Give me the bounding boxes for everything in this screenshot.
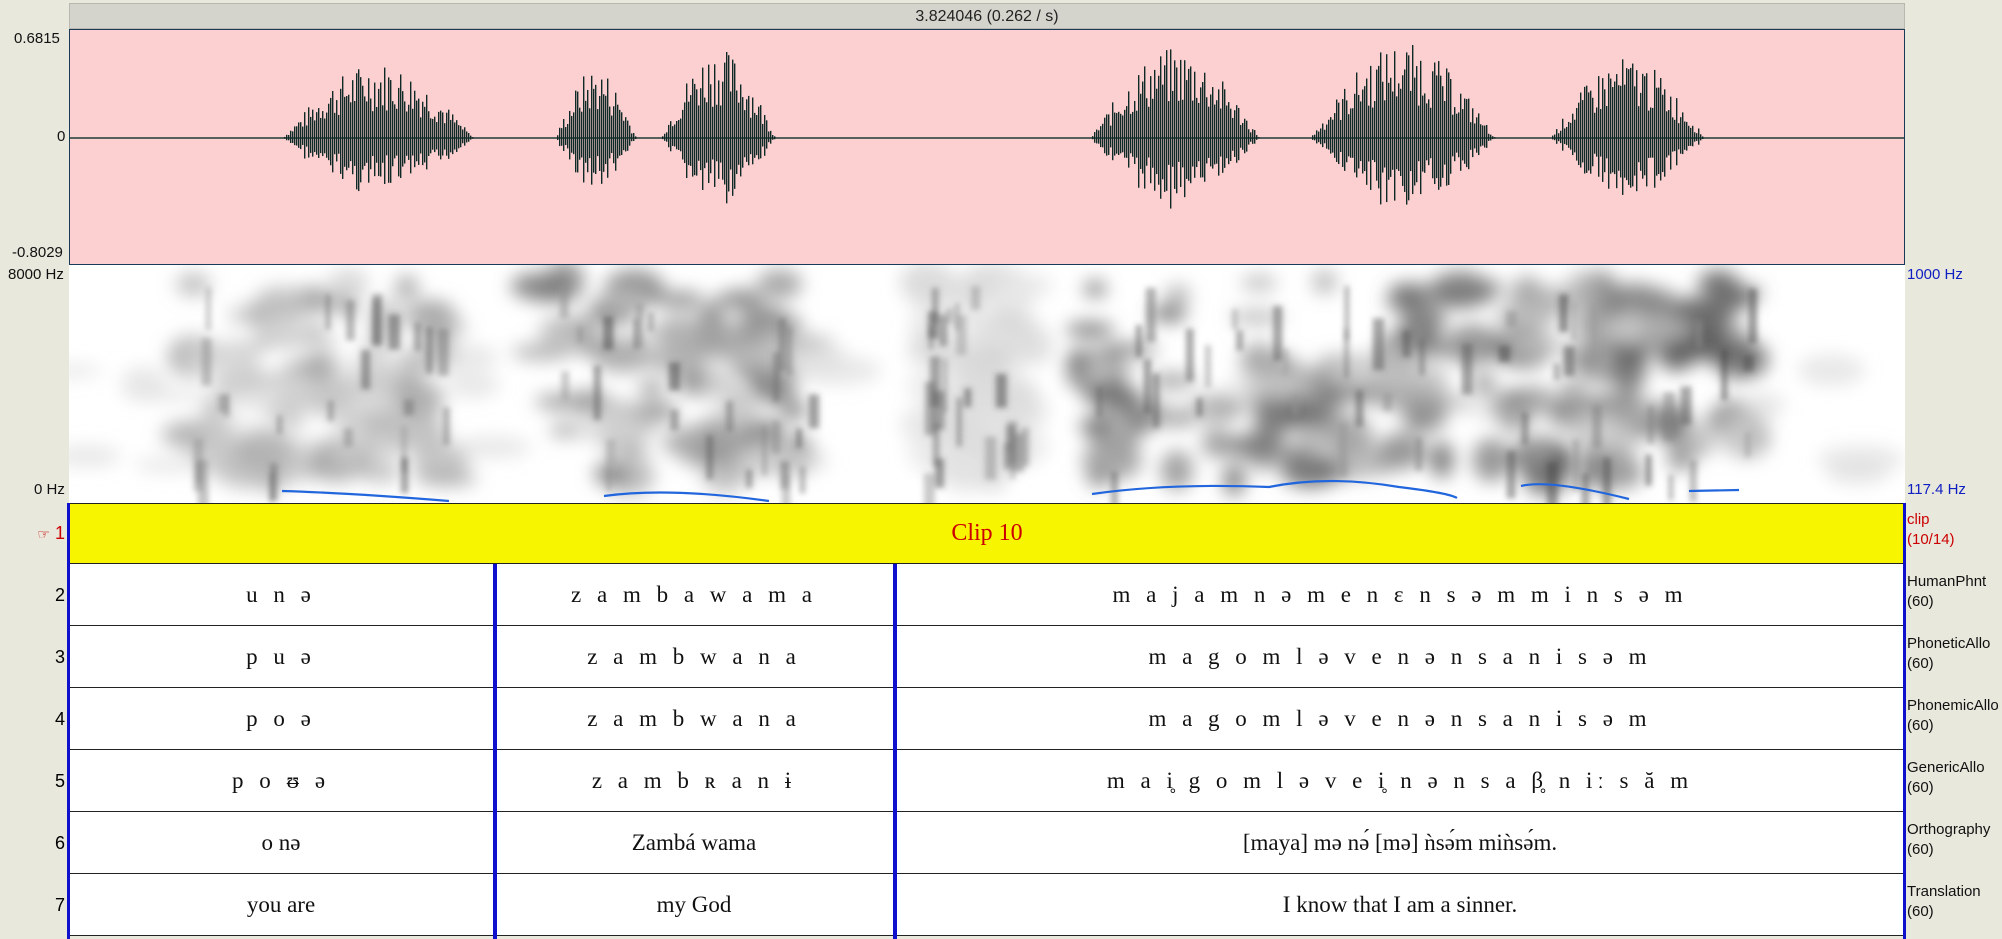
annotation-segment[interactable]: o nə [69,812,493,873]
annotation-segment[interactable]: I know that I am a sinner. [895,874,1905,935]
tier-1-gutter[interactable]: ☞ 1 [0,503,69,564]
spectrogram-top-freq-label: 8000 Hz [8,266,64,283]
tier-humanphnt-row[interactable]: u n əz a m b a w a m am a j a m n ə m e … [69,564,1905,626]
clip-tier-name-text: clip [1907,511,1930,528]
tier-number: 4 [54,709,65,729]
tier-count-text: (60) [1907,593,1934,610]
tier-number: 6 [54,833,65,853]
annotation-segment[interactable]: z a m b a w a m a [495,564,893,625]
right-boundary-line [1903,503,1906,939]
annotation-segment[interactable]: z a m b w a n a [495,626,893,687]
tier-number: 7 [54,895,65,915]
tier-3-gutter[interactable]: 3 [0,626,69,688]
annotation-segment[interactable]: you are [69,874,493,935]
tier-number: 2 [54,585,65,605]
tier-name-text: Orthography [1907,821,1991,838]
clip-tier[interactable]: Clip 10 [69,503,1905,564]
tier-1-number: 1 [54,523,65,543]
tier-phonemicallo-row[interactable]: p o əz a m b w a n am a g o m l ə v e n … [69,688,1905,750]
tier-6-gutter[interactable]: 6 [0,812,69,874]
annotation-segment[interactable]: p o ᵿ ə [69,750,493,811]
tier-name-label[interactable]: GenericAllo (60) [1907,758,1985,798]
tier-4-gutter[interactable]: 4 [0,688,69,750]
tier-name-label[interactable]: PhonemicAllo (60) [1907,696,1999,736]
clip-tier-name[interactable]: clip (10/14) [1907,510,1955,550]
tier-number: 5 [54,771,65,791]
tier-name-text: PhonemicAllo [1907,697,1999,714]
tier-genericallo-row[interactable]: p o ᵿ əz a m b ʀ a n ɨm a i̥ g o m l ə v… [69,750,1905,812]
tier-count-text: (60) [1907,903,1934,920]
spectrogram-plot [69,265,1905,503]
waveform-min-label: -0.8029 [12,244,63,261]
tier-count-text: (60) [1907,779,1934,796]
tier-phoneticallo-row[interactable]: p u əz a m b w a n am a g o m l ə v e n … [69,626,1905,688]
annotation-segment[interactable]: m a g o m l ə v e n ə n s a n i s ə m [895,626,1905,687]
tier-name-label[interactable]: HumanPhnt (60) [1907,572,1986,612]
waveform-max-label: 0.6815 [14,30,60,47]
tier-name-label[interactable]: PhoneticAllo (60) [1907,634,1990,674]
annotation-segment[interactable]: p u ə [69,626,493,687]
tier-count-text: (60) [1907,841,1934,858]
annotation-segment[interactable]: z a m b w a n a [495,688,893,749]
annotation-segment[interactable]: z a m b ʀ a n ɨ [495,750,893,811]
tier-5-gutter[interactable]: 5 [0,750,69,812]
annotation-segment[interactable]: m a i̥ g o m l ə v e i̥ n ə n s a β̥ n i… [895,750,1905,811]
segment-boundary-1[interactable] [493,564,497,939]
selection-duration-bar[interactable]: 3.824046 (0.262 / s) [69,3,1905,29]
tier-number: 3 [54,647,65,667]
tier-name-label[interactable]: Translation (60) [1907,882,1981,922]
tier-name-text: Translation [1907,883,1981,900]
annotation-segment[interactable]: my God [495,874,893,935]
clip-tier-count: (10/14) [1907,531,1955,548]
selection-duration-text: 3.824046 (0.262 / s) [915,8,1059,25]
arrow-hand-icon: ☞ [37,526,50,542]
tier-orthography-row[interactable]: o nə Zambá wama [maya] mə nə́ [mə] ǹsə́m m… [69,812,1905,874]
annotation-segment[interactable]: p o ə [69,688,493,749]
tier-translation-row[interactable]: you are my God I know that I am a sinner. [69,874,1905,936]
tier-name-label[interactable]: Orthography (60) [1907,820,1990,860]
spectrogram-panel[interactable] [69,265,1905,503]
clip-label: Clip 10 [951,520,1023,546]
spectrogram-bottom-freq-label: 0 Hz [34,481,65,498]
tier-count-text: (60) [1907,717,1934,734]
tier-name-text: GenericAllo [1907,759,1985,776]
waveform-panel[interactable] [69,29,1905,265]
segment-boundary-2[interactable] [893,564,897,939]
tier-count-text: (60) [1907,655,1934,672]
annotation-segment[interactable]: Zambá wama [495,812,893,873]
annotation-segment[interactable]: [maya] mə nə́ [mə] ǹsə́m miǹsə́m. [895,812,1905,873]
tier-name-text: HumanPhnt [1907,573,1987,590]
tier-name-text: PhoneticAllo [1907,635,1991,652]
left-boundary-line [67,503,70,939]
waveform-zero-label: 0 [57,128,66,145]
pitch-top-label: 1000 Hz [1907,266,1963,283]
annotation-segment[interactable]: m a g o m l ə v e n ə n s a n i s ə m [895,688,1905,749]
annotation-segment[interactable]: u n ə [69,564,493,625]
pitch-bottom-label: 117.4 Hz [1907,481,1966,498]
waveform-plot [70,45,1904,209]
tier-7-gutter[interactable]: 7 [0,874,69,936]
tier-2-gutter[interactable]: 2 [0,564,69,626]
annotation-segment[interactable]: m a j a m n ə m e n ɛ n s ə m m i n s ə … [895,564,1905,625]
